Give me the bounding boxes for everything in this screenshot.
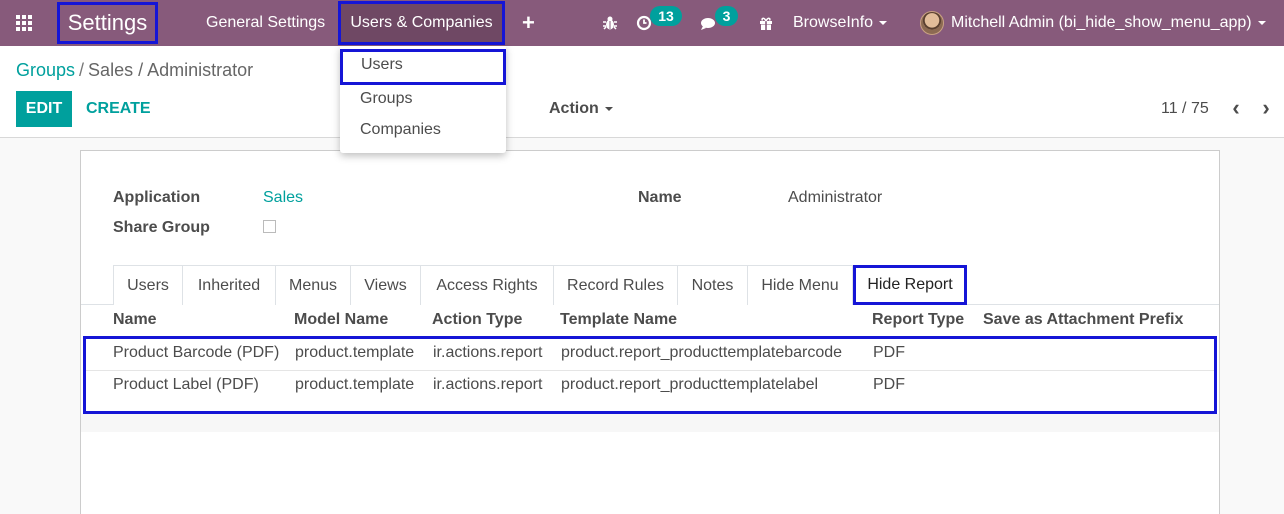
share-group-checkbox[interactable]	[263, 220, 276, 233]
apps-menu-icon[interactable]	[16, 0, 36, 46]
menu-general-settings[interactable]: General Settings	[206, 0, 325, 46]
tab-users[interactable]: Users	[113, 265, 183, 305]
bug-icon[interactable]	[602, 0, 618, 46]
breadcrumb-separator: /	[79, 60, 85, 80]
column-header-report-type[interactable]: Report Type	[872, 311, 964, 329]
user-menu[interactable]: Mitchell Admin (bi_hide_show_menu_app)	[951, 0, 1266, 46]
avatar[interactable]	[920, 11, 944, 35]
dropdown-item-companies[interactable]: Companies	[340, 114, 506, 145]
row-divider	[86, 370, 1214, 371]
table-row-2-model[interactable]: product.template	[295, 376, 414, 394]
table-footer	[81, 414, 1219, 432]
breadcrumb: Groups / Sales / Administrator	[16, 60, 253, 81]
table-row-1-model[interactable]: product.template	[295, 344, 414, 362]
message-count-badge: 3	[715, 6, 738, 26]
form-sheet: Application Sales Share Group Name Admin…	[80, 150, 1220, 514]
column-header-action-type[interactable]: Action Type	[432, 311, 522, 329]
tab-views[interactable]: Views	[350, 265, 421, 305]
tab-menus[interactable]: Menus	[275, 265, 351, 305]
column-header-attachment-prefix[interactable]: Save as Attachment Prefix	[983, 311, 1183, 329]
user-name: Mitchell Admin (bi_hide_show_menu_app)	[951, 14, 1252, 31]
company-name: BrowseInfo	[793, 14, 874, 31]
share-group-label: Share Group	[113, 219, 210, 236]
name-value: Administrator	[788, 189, 883, 206]
control-panel: Groups / Sales / Administrator EDIT CREATE…	[0, 46, 1284, 138]
activity-clock-icon[interactable]	[636, 0, 654, 46]
application-value[interactable]: Sales	[263, 189, 303, 207]
tab-access-rights[interactable]: Access Rights	[420, 265, 554, 305]
edit-button[interactable]: EDIT	[16, 91, 72, 127]
column-header-model-name[interactable]: Model Name	[294, 311, 388, 329]
tab-record-rules[interactable]: Record Rules	[553, 265, 678, 305]
activity-count-badge: 13	[650, 6, 682, 26]
plus-icon[interactable]: +	[522, 0, 535, 46]
company-switcher[interactable]: BrowseInfo	[793, 0, 888, 46]
table-row-2-report-type[interactable]: PDF	[873, 376, 905, 394]
caret-down-icon	[604, 107, 613, 111]
application-label: Application	[113, 189, 201, 206]
dropdown-item-groups[interactable]: Groups	[340, 83, 506, 114]
gift-icon[interactable]	[758, 0, 774, 46]
table-row-1-name[interactable]: Product Barcode (PDF)	[113, 344, 279, 362]
table-row-1-action-type[interactable]: ir.actions.report	[433, 344, 542, 362]
action-label: Action	[549, 100, 599, 117]
users-companies-dropdown: Users Groups Companies	[340, 46, 506, 153]
create-button[interactable]: CREATE	[86, 91, 151, 127]
table-row-1-template[interactable]: product.report_producttemplatebarcode	[561, 344, 842, 362]
pager-value[interactable]: 11 / 75	[1161, 91, 1209, 127]
action-dropdown[interactable]: Action	[549, 91, 613, 127]
breadcrumb-groups-link[interactable]: Groups	[16, 60, 75, 80]
chevron-right-icon[interactable]: ›	[1256, 97, 1276, 119]
caret-down-icon	[1257, 21, 1266, 25]
tab-notes[interactable]: Notes	[677, 265, 748, 305]
table-row-2-name[interactable]: Product Label (PDF)	[113, 376, 259, 394]
dropdown-item-users[interactable]: Users	[340, 49, 506, 85]
table-row-2-action-type[interactable]: ir.actions.report	[433, 376, 542, 394]
tab-hide-report[interactable]: Hide Report	[853, 265, 967, 305]
tab-inherited[interactable]: Inherited	[182, 265, 276, 305]
table-row-2-template[interactable]: product.report_producttemplatelabel	[561, 376, 818, 394]
top-navbar: Settings General Settings Users & Compan…	[0, 0, 1284, 46]
caret-down-icon	[879, 21, 888, 25]
chevron-left-icon[interactable]: ‹	[1226, 97, 1246, 119]
app-brand-settings[interactable]: Settings	[57, 2, 158, 44]
tab-hide-menu[interactable]: Hide Menu	[747, 265, 853, 305]
column-header-template-name[interactable]: Template Name	[560, 311, 677, 329]
name-label: Name	[638, 189, 682, 206]
menu-users-companies[interactable]: Users & Companies	[338, 1, 505, 45]
column-header-name[interactable]: Name	[113, 311, 157, 329]
breadcrumb-current: Sales / Administrator	[88, 60, 254, 80]
table-row-1-report-type[interactable]: PDF	[873, 344, 905, 362]
